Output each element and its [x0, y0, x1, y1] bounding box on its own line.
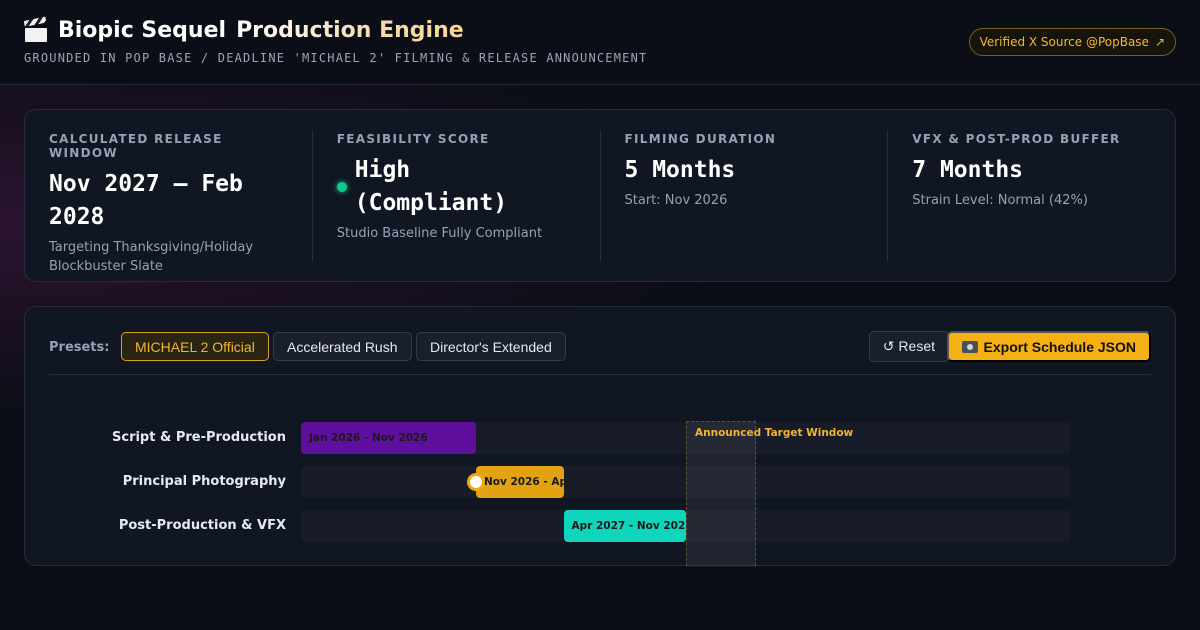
stat-sub: Studio Baseline Fully Compliant — [336, 226, 543, 241]
stat-label: FEASIBILITY SCORE — [336, 132, 490, 146]
stat-label: CALCULATED RELEASE WINDOW — [49, 132, 223, 160]
stat-sub: Strain Level: Normal (42%) — [912, 193, 1088, 208]
phase-bar-range: Jan 2026 - Nov 2026 — [309, 432, 428, 444]
stat-feasibility: FEASIBILITY SCORE High (Compliant) Studi… — [313, 130, 601, 261]
target-window-label: Announced Target Window — [695, 427, 854, 439]
schedule-toolbar: Presets: MICHAEL 2 Official Accelerated … — [49, 331, 1151, 375]
phase-bar-principal-photography[interactable]: Nov 2026 - Apr 2027 — [476, 466, 605, 498]
gantt-chart: Script & Pre-Production Jan 2026 - Nov 20… — [25, 413, 1175, 567]
stat-label: FILMING DURATION — [624, 132, 777, 146]
page-title: Biopic Sequel Production Engine — [23, 16, 464, 43]
schedule-panel: Presets: MICHAEL 2 Official Accelerated … — [24, 306, 1176, 567]
title-accent: Production Engine — [236, 18, 464, 43]
target-window: Announced Target Window — [686, 421, 853, 567]
phase-label-post-production-vfx: Post-Production & VFX — [118, 518, 286, 533]
phase-label-script-pre-production: Script & Pre-Production — [112, 430, 286, 445]
phase-bar-script-pre-production[interactable]: Jan 2026 - Nov 2026 — [301, 422, 476, 454]
external-link-icon: ↗ — [1154, 35, 1165, 49]
phase-bar-range: Apr 2027 - Nov 2027 — [571, 520, 693, 532]
stat-label: VFX & POST-PROD BUFFER — [912, 132, 1121, 146]
phase-bar-range: Nov 2026 - Apr 2027 — [484, 476, 606, 488]
page-subtitle: GROUNDED IN POP BASE / DEADLINE 'MICHAEL… — [24, 51, 648, 65]
stat-release-window: CALCULATED RELEASE WINDOW Nov 2027 – Feb… — [25, 130, 313, 274]
app-header: Biopic Sequel Production Engine GROUNDED… — [0, 0, 1200, 85]
stat-value: 5 Months — [625, 154, 864, 187]
stat-vfx-buffer: VFX & POST-PROD BUFFER 7 Months Strain L… — [888, 130, 1175, 261]
stat-value: 7 Months — [912, 154, 1151, 187]
preset-accelerated-rush[interactable]: Accelerated Rush — [273, 332, 412, 361]
stat-sub: Start: Nov 2026 — [624, 193, 728, 208]
source-link[interactable]: Verified X Source @PopBase ↗ — [968, 28, 1176, 56]
filming-start-milestone[interactable] — [467, 473, 485, 491]
stat-value-text: Nov 2027 – Feb 2028 — [49, 171, 243, 230]
preset-michael-2-official[interactable]: MICHAEL 2 Official — [121, 332, 269, 361]
status-dot-icon — [336, 182, 347, 192]
reset-button[interactable]: ↺ Reset — [868, 331, 949, 362]
presets-label: Presets: — [49, 340, 110, 355]
source-link-label: Verified X Source @PopBase — [979, 35, 1149, 49]
stats-summary: CALCULATED RELEASE WINDOW Nov 2027 – Feb… — [24, 109, 1176, 282]
phase-label-principal-photography: Principal Photography — [122, 474, 286, 489]
stat-value: Nov 2027 – Feb 2028 — [49, 168, 288, 234]
stat-value: High (Compliant) — [336, 154, 576, 220]
title-main: Biopic Sequel — [58, 18, 227, 43]
stat-filming-duration: FILMING DURATION 5 Months Start: Nov 202… — [601, 130, 889, 261]
stat-sub: Targeting Thanksgiving/Holiday Blockbust… — [49, 240, 254, 274]
stat-value-text: High (Compliant) — [354, 157, 508, 216]
phase-bar-post-production-vfx[interactable]: Apr 2027 - Nov 2027 — [563, 510, 693, 542]
export-json-label: Export Schedule JSON — [983, 338, 1136, 355]
preset-directors-extended[interactable]: Director's Extended — [416, 332, 566, 361]
export-json-button[interactable]: Export Schedule JSON — [946, 331, 1151, 362]
camera-icon — [961, 340, 978, 353]
stat-value-text: 7 Months — [912, 157, 1024, 183]
stat-value-text: 5 Months — [624, 157, 736, 183]
clapperboard-icon — [23, 16, 48, 43]
